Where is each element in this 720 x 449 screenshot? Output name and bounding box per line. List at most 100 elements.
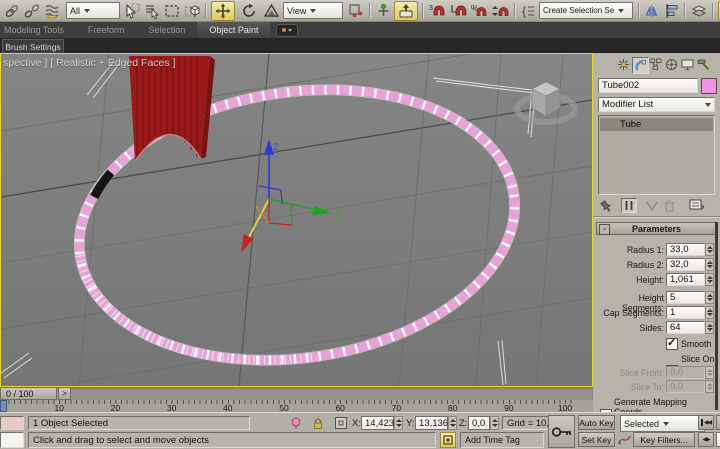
use-pivot-point-center-icon[interactable] bbox=[346, 1, 365, 21]
edit-named-selection-sets-icon[interactable]: { bbox=[520, 1, 536, 21]
window-crossing-icon[interactable] bbox=[183, 1, 201, 21]
key-mode-toggle-button[interactable]: ◀▶ bbox=[698, 432, 714, 447]
ribbon-dot-icon bbox=[282, 28, 286, 32]
modifier-stack[interactable]: Tube bbox=[598, 115, 715, 195]
remove-modifier-icon[interactable] bbox=[663, 199, 676, 217]
maxscript-listener-pink[interactable] bbox=[0, 416, 24, 430]
ribbon-config-button[interactable] bbox=[276, 24, 298, 37]
perspective-viewport[interactable]: Z Y spective ] [ Realistic + Edged Faces… bbox=[0, 53, 593, 387]
y-coordinate-field[interactable]: 13,136 bbox=[415, 416, 448, 430]
tab-selection[interactable]: Selection bbox=[136, 22, 197, 38]
reference-coordinate-dropdown[interactable]: View bbox=[283, 2, 343, 19]
panel-scrollbar[interactable] bbox=[715, 222, 718, 410]
utilities-tab-icon[interactable] bbox=[696, 57, 711, 72]
toolbar-separator bbox=[684, 3, 686, 18]
configure-modifier-sets-icon[interactable] bbox=[689, 198, 705, 217]
mirror-icon[interactable] bbox=[644, 1, 662, 21]
time-slider-track[interactable]: 0 / 100 > bbox=[0, 387, 593, 400]
viewport-label[interactable]: spective ] [ Realistic + Edged Faces ] bbox=[3, 57, 175, 69]
set-keys-button[interactable] bbox=[548, 415, 575, 448]
height-spinner[interactable] bbox=[705, 273, 714, 286]
cap-segments-field[interactable]: 1 bbox=[666, 306, 705, 319]
x-coordinate-field[interactable]: 14,423 bbox=[361, 416, 394, 430]
tab-brush-settings[interactable]: Brush Settings bbox=[2, 39, 64, 53]
parameters-rollout-header[interactable]: - Parameters bbox=[596, 222, 717, 235]
cap-segments-spinner[interactable] bbox=[705, 306, 714, 319]
param-label: Cap Segments: bbox=[598, 308, 664, 318]
maxscript-listener-white[interactable] bbox=[0, 432, 24, 448]
add-time-tag[interactable]: Add Time Tag bbox=[460, 432, 544, 448]
select-and-move-button[interactable] bbox=[211, 1, 235, 21]
spinner-snap-toggle-icon[interactable] bbox=[491, 1, 510, 21]
keying-selection-dropdown[interactable]: Selected bbox=[620, 415, 705, 432]
x-spinner[interactable] bbox=[394, 416, 403, 430]
select-and-rotate-button[interactable] bbox=[237, 1, 261, 21]
keyboard-shortcut-override-button[interactable] bbox=[394, 1, 418, 21]
smooth-checkbox[interactable] bbox=[666, 338, 678, 350]
radius2-field[interactable]: 32,0 bbox=[666, 258, 705, 271]
sides-spinner[interactable] bbox=[705, 321, 714, 334]
tab-modeling-tools[interactable]: Modeling Tools bbox=[0, 22, 76, 38]
key-filters-button[interactable]: Key Filters... bbox=[633, 432, 695, 447]
tab-freeform[interactable]: Freeform bbox=[76, 22, 137, 38]
go-to-start-button[interactable]: ◀◀ bbox=[698, 415, 714, 430]
y-spinner[interactable] bbox=[448, 416, 457, 430]
selection-lock-icon[interactable] bbox=[312, 417, 324, 435]
set-key-button[interactable]: Set Key bbox=[578, 432, 615, 447]
object-name-field[interactable]: Tube002 bbox=[598, 78, 698, 93]
display-tab-icon[interactable] bbox=[680, 57, 695, 72]
chevron-down-icon bbox=[84, 9, 90, 13]
select-object-icon[interactable] bbox=[123, 1, 141, 21]
show-end-result-button[interactable] bbox=[621, 198, 637, 213]
modifier-stack-item-tube[interactable]: Tube bbox=[600, 118, 713, 131]
param-label: Radius 1: bbox=[598, 245, 664, 255]
angle-snap-toggle-icon[interactable] bbox=[449, 1, 468, 21]
absolute-mode-toggle-icon[interactable] bbox=[334, 416, 348, 435]
toolbar-separator bbox=[638, 3, 640, 18]
time-slider-handle[interactable]: 0 / 100 bbox=[0, 387, 57, 400]
select-and-link-icon[interactable] bbox=[3, 1, 21, 21]
height-segments-field[interactable]: 5 bbox=[666, 291, 705, 304]
motion-tab-icon[interactable] bbox=[664, 57, 679, 72]
selection-filter-dropdown[interactable]: All bbox=[66, 2, 120, 19]
select-and-scale-button[interactable] bbox=[263, 1, 280, 21]
align-icon[interactable] bbox=[664, 1, 680, 21]
z-spinner[interactable] bbox=[490, 416, 499, 430]
radius1-spinner[interactable] bbox=[705, 243, 714, 256]
object-color-swatch[interactable] bbox=[701, 78, 717, 94]
named-selection-set-dropdown[interactable]: Create Selection Se bbox=[539, 2, 633, 19]
rectangular-selection-region-icon[interactable] bbox=[163, 1, 181, 21]
y-label: Y: bbox=[406, 418, 414, 429]
snap-toggle-3d-icon[interactable]: 3 bbox=[428, 1, 447, 21]
current-frame-field[interactable]: 0 bbox=[716, 432, 720, 447]
gizmo-toggle-button[interactable] bbox=[440, 432, 456, 448]
shortcut-override-balloon-icon[interactable] bbox=[290, 417, 302, 435]
default-tangent-icon[interactable] bbox=[618, 433, 631, 449]
ribbon-sub-bar: Brush Settings bbox=[0, 38, 720, 53]
bind-to-spacewarp-icon[interactable] bbox=[43, 1, 63, 21]
next-frame-button[interactable]: > bbox=[58, 387, 71, 400]
chevron-down-icon bbox=[618, 9, 624, 13]
track-bar-handle[interactable] bbox=[0, 400, 7, 412]
create-tab-icon[interactable] bbox=[616, 57, 631, 72]
tab-object-paint[interactable]: Object Paint bbox=[197, 22, 270, 38]
select-by-name-icon[interactable] bbox=[143, 1, 161, 21]
auto-key-button[interactable]: Auto Key bbox=[578, 415, 615, 430]
previous-frame-button[interactable]: ◀ bbox=[716, 415, 720, 430]
slice-from-field: 0,0 bbox=[666, 366, 705, 379]
modify-tab-icon[interactable] bbox=[632, 57, 649, 74]
height-segments-spinner[interactable] bbox=[705, 291, 714, 304]
hierarchy-tab-icon[interactable] bbox=[648, 57, 663, 72]
radius1-field[interactable]: 33,0 bbox=[666, 243, 705, 256]
unlink-selection-icon[interactable] bbox=[23, 1, 41, 21]
chevron-down-icon bbox=[288, 29, 292, 32]
select-and-manipulate-icon[interactable] bbox=[375, 1, 392, 21]
radius2-spinner[interactable] bbox=[705, 258, 714, 271]
height-field[interactable]: 1,061 bbox=[666, 273, 705, 286]
viewport-canvas[interactable]: Z Y bbox=[1, 54, 592, 386]
modifier-list-dropdown[interactable]: Modifier List bbox=[598, 97, 715, 112]
z-coordinate-field[interactable]: 0,0 bbox=[468, 416, 490, 430]
layer-manager-icon[interactable] bbox=[690, 1, 708, 21]
percent-snap-toggle-icon[interactable]: % bbox=[470, 1, 489, 21]
sides-field[interactable]: 64 bbox=[666, 321, 705, 334]
